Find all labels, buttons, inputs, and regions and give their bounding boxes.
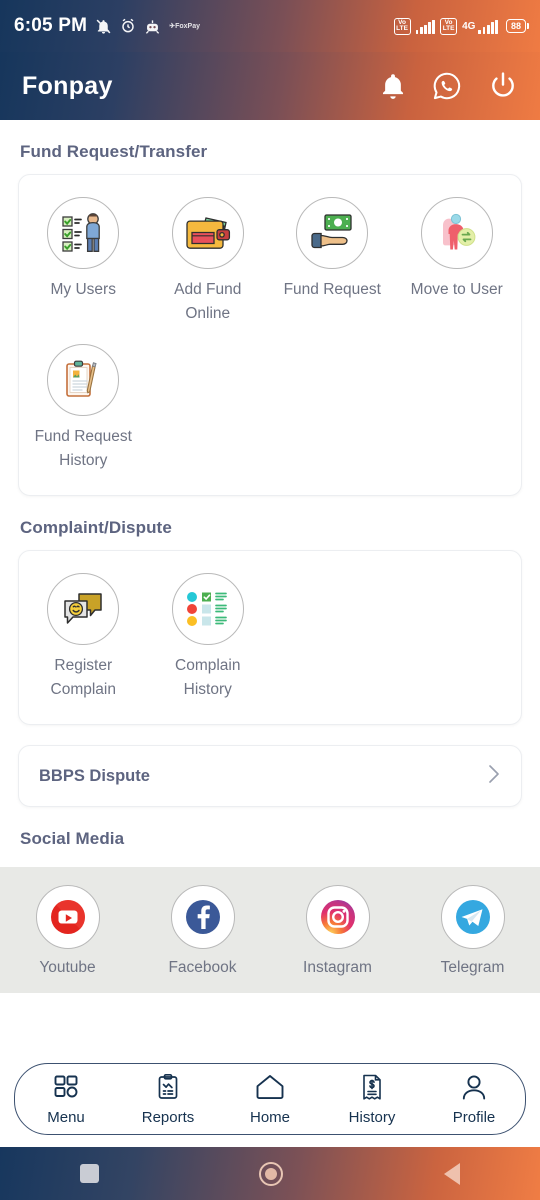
wallet-icon (171, 197, 244, 269)
tile-label: Move to User (410, 281, 503, 298)
user-transfer-icon (420, 197, 493, 269)
chevron-right-icon (487, 762, 501, 791)
bbps-dispute-label: BBPS Dispute (39, 766, 150, 785)
signal-bars-2 (478, 19, 498, 34)
tile-my-users[interactable]: My Users (21, 187, 146, 334)
nav-item-reports[interactable]: Reports (117, 1073, 219, 1126)
power-icon[interactable] (488, 71, 518, 101)
tile-move-to-user[interactable]: Move to User (395, 187, 520, 334)
signal-bars-1 (415, 19, 436, 34)
complaint-tile-grid: Register Complain Complain History (21, 563, 519, 710)
nav-label: History (348, 1108, 396, 1126)
tile-label: Fund Request (283, 281, 381, 298)
tile-label: My Users (50, 281, 116, 298)
telegram-icon (440, 885, 505, 950)
tile-label: Register Complain (50, 657, 116, 699)
tile-fund-request-history[interactable]: Fund Request History (21, 334, 146, 481)
tile-spacer (395, 563, 520, 710)
main-content: Fund Request/Transfer My Users Add Fund … (0, 120, 540, 994)
checklist-user-icon (47, 197, 120, 269)
nav-label: Reports (141, 1108, 195, 1126)
robot-icon (144, 19, 161, 34)
nav-item-menu[interactable]: Menu (15, 1073, 117, 1126)
grid-icon (52, 1073, 80, 1106)
status-time: 6:05 PM (14, 15, 88, 36)
tile-label: Fund Request History (34, 428, 132, 470)
tile-label: Add Fund Online (174, 281, 242, 323)
section-title-social: Social Media (20, 829, 125, 849)
square-icon[interactable] (80, 1164, 100, 1183)
tile-add-fund-online[interactable]: Add Fund Online (146, 187, 271, 334)
nav-item-home[interactable]: Home (219, 1073, 321, 1126)
chat-bubbles-icon (47, 573, 120, 646)
bbps-dispute-row[interactable]: BBPS Dispute (18, 745, 522, 808)
youtube-icon (35, 885, 100, 950)
alarm-icon (120, 18, 136, 34)
clipboard-chart-icon (154, 1073, 182, 1106)
social-tile-instagram[interactable]: Instagram (270, 885, 405, 977)
fund-tile-grid: My Users Add Fund Online Fund Request Mo… (21, 187, 519, 481)
social-media-panel: Youtube Facebook Instagram Telegram (0, 867, 540, 994)
notification-bell-icon[interactable] (380, 72, 406, 100)
list-dots-icon (171, 573, 244, 646)
app-brand-title: Fonpay (22, 71, 113, 100)
foxpay-icon: ✈FoxPay (169, 23, 200, 30)
nav-label: Menu (47, 1108, 85, 1126)
triangle-icon[interactable] (443, 1162, 460, 1185)
tile-complain-history[interactable]: Complain History (146, 563, 271, 710)
home-icon (255, 1073, 285, 1106)
person-icon (460, 1073, 488, 1106)
circle-icon[interactable] (259, 1161, 284, 1186)
tile-spacer (270, 563, 395, 710)
social-label: Instagram (303, 959, 372, 977)
receipt-icon (359, 1073, 385, 1106)
battery-indicator: 88 (505, 19, 526, 33)
app-header: Fonpay (0, 52, 540, 120)
whatsapp-icon[interactable] (432, 71, 462, 101)
nav-label: Profile (452, 1108, 496, 1126)
nav-label: Home (249, 1108, 290, 1126)
social-label: Youtube (39, 959, 96, 977)
section-title-fund: Fund Request/Transfer (20, 142, 208, 161)
bottom-navigation: Menu Reports Home History Profile (14, 1063, 526, 1135)
facebook-icon (170, 885, 235, 950)
social-label: Telegram (440, 959, 505, 977)
header-actions (380, 71, 518, 101)
clipboard-pen-icon (47, 344, 120, 417)
instagram-icon (305, 885, 370, 950)
social-tile-telegram[interactable]: Telegram (405, 885, 540, 977)
fund-card: My Users Add Fund Online Fund Request Mo… (18, 174, 522, 497)
system-navigation-bar (0, 1147, 540, 1200)
status-bar-left: 6:05 PM ✈FoxPay (14, 15, 200, 37)
data-type-label: 4G (462, 20, 476, 32)
status-bar: 6:05 PM ✈FoxPay VoLTEVoLTE VoLTE 4G 88 (0, 0, 540, 52)
nav-item-profile[interactable]: Profile (423, 1073, 525, 1126)
complaint-card: Register Complain Complain History (18, 550, 522, 726)
social-tile-facebook[interactable]: Facebook (135, 885, 270, 977)
mute-icon (95, 18, 112, 35)
volte-icon-1: VoLTEVoLTE (393, 17, 411, 35)
tile-register-complain[interactable]: Register Complain (21, 563, 146, 710)
social-label: Facebook (168, 959, 237, 977)
section-title-complaint: Complaint/Dispute (20, 518, 172, 538)
tile-fund-request[interactable]: Fund Request (270, 187, 395, 334)
social-tile-youtube[interactable]: Youtube (0, 885, 135, 977)
status-bar-right: VoLTEVoLTE VoLTE 4G 88 (393, 17, 526, 35)
nav-item-history[interactable]: History (321, 1073, 423, 1126)
hand-money-icon (296, 197, 369, 269)
tile-label: Complain History (175, 657, 241, 699)
volte-icon-2: Vo LTE (440, 17, 458, 35)
